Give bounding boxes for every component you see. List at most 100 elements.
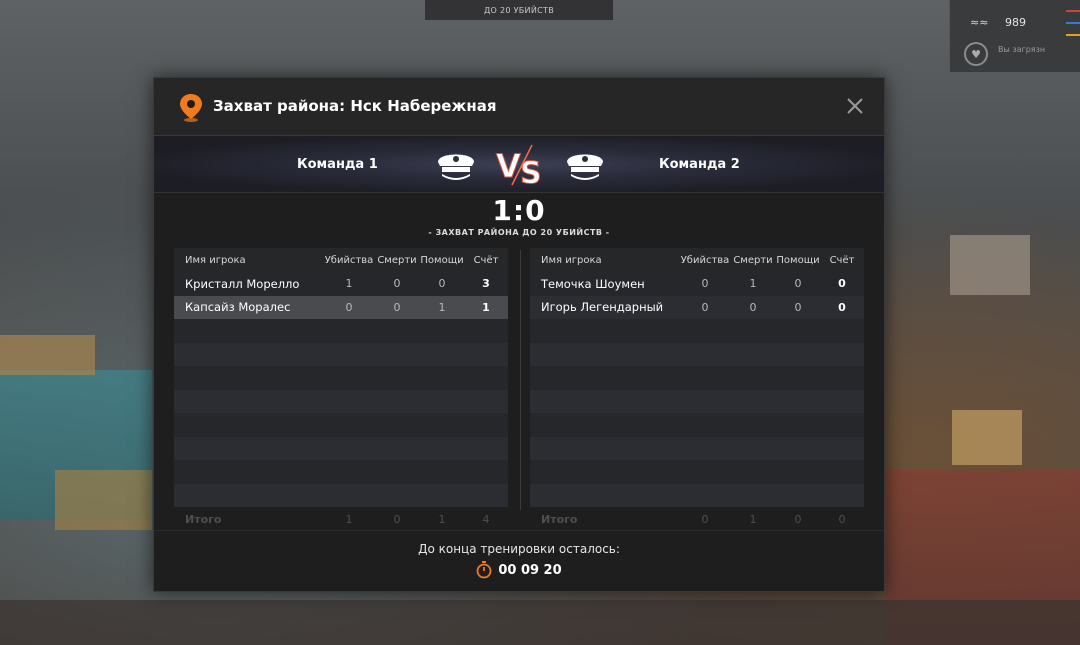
versus-icon: V S [496, 144, 542, 187]
hud-bars [1064, 0, 1080, 72]
empty-row [530, 413, 864, 437]
empty-row [530, 319, 864, 343]
table-row[interactable]: Капсайз Моралес 0 0 1 1 [174, 295, 508, 319]
player-deaths: 1 [749, 277, 757, 291]
teams-versus-band: Команда 1 V S Команда 2 [154, 137, 884, 193]
close-icon[interactable] [844, 95, 866, 117]
totals-label: Итого [541, 513, 578, 526]
team1-totals-row: Итого 1 0 1 4 [174, 513, 508, 526]
player-score: 0 [838, 277, 846, 291]
footer-divider [154, 530, 884, 531]
player-name: Темочка Шоумен [541, 276, 645, 291]
bg-scenery [0, 335, 95, 375]
empty-row [174, 483, 508, 507]
player-deaths: 0 [393, 277, 401, 291]
location-pin-icon [180, 94, 202, 122]
empty-row [530, 483, 864, 507]
column-player-name: Имя игрока [185, 254, 246, 266]
player-assists: 1 [438, 300, 446, 314]
player-name: Капсайз Моралес [185, 300, 291, 315]
totals-score: 4 [482, 513, 490, 526]
bg-scenery [952, 410, 1022, 465]
team1-name: Команда 1 [297, 157, 378, 172]
column-kills: Убийства [324, 254, 374, 266]
player-kills: 0 [701, 277, 709, 291]
team2-totals-row: Итого 0 1 0 0 [530, 513, 864, 526]
column-score: Счёт [829, 254, 855, 266]
table-row[interactable]: Темочка Шоумен 0 1 0 0 [530, 272, 864, 296]
column-score: Счёт [473, 254, 499, 266]
match-score: 1:0 [492, 194, 546, 227]
bg-scenery [950, 235, 1030, 295]
empty-row [530, 366, 864, 390]
player-name: Кристалл Морелло [185, 276, 300, 291]
totals-assists: 1 [438, 513, 446, 526]
column-kills: Убийства [680, 254, 730, 266]
column-deaths: Смерти [377, 254, 417, 266]
empty-row [174, 342, 508, 366]
player-kills: 0 [345, 300, 353, 314]
player-kills: 1 [345, 277, 353, 291]
totals-label: Итого [185, 513, 222, 526]
player-name: Игорь Легендарный [541, 300, 664, 315]
team1-rows: Кристалл Морелло 1 0 0 3 Капсайз Моралес… [174, 272, 508, 507]
hud-status: Вы загрязн [998, 45, 1046, 54]
empty-row [174, 319, 508, 343]
timer-label: До конца тренировки осталось: [418, 542, 620, 556]
table-header: Имя игрока Убийства Смерти Помощи Счёт [174, 248, 508, 272]
player-score: 3 [482, 277, 490, 291]
dialog-title: Захват района: Нск Набережная [213, 97, 497, 115]
totals-assists: 0 [794, 513, 802, 526]
police-cap-icon [438, 154, 474, 180]
totals-kills: 1 [345, 513, 353, 526]
player-score: 1 [482, 300, 490, 314]
police-cap-icon [567, 154, 603, 180]
bg-scenery [0, 600, 1080, 645]
team2-scoreboard: Имя игрока Убийства Смерти Помощи Счёт Т… [530, 248, 864, 507]
empty-row [174, 413, 508, 437]
player-kills: 0 [701, 300, 709, 314]
empty-row [530, 342, 864, 366]
dialog-header: Захват района: Нск Набережная [154, 78, 884, 136]
player-assists: 0 [438, 277, 446, 291]
empty-row [530, 389, 864, 413]
district-capture-dialog: Захват района: Нск Набережная Команда 1 … [153, 77, 885, 592]
team1-scoreboard: Имя игрока Убийства Смерти Помощи Счёт К… [174, 248, 508, 507]
countdown-timer: 00 09 20 [154, 561, 884, 579]
empty-row [530, 436, 864, 460]
stopwatch-icon [476, 561, 492, 579]
match-mode-subtitle: - ЗАХВАТ РАЙОНА ДО 20 УБИЙСТВ - [428, 228, 610, 237]
player-deaths: 0 [749, 300, 757, 314]
totals-deaths: 0 [393, 513, 401, 526]
table-row[interactable]: Кристалл Морелло 1 0 0 3 [174, 272, 508, 296]
mustache-icon: ≈≈ [970, 16, 989, 29]
column-player-name: Имя игрока [541, 254, 602, 266]
table-header: Имя игрока Убийства Смерти Помощи Счёт [530, 248, 864, 272]
player-deaths: 0 [393, 300, 401, 314]
timer-value: 00 09 20 [498, 562, 562, 578]
team2-rows: Темочка Шоумен 0 1 0 0 Игорь Легендарный… [530, 272, 864, 507]
table-row[interactable]: Игорь Легендарный 0 0 0 0 [530, 295, 864, 319]
totals-kills: 0 [701, 513, 709, 526]
table-divider [520, 250, 521, 510]
team2-name: Команда 2 [659, 157, 740, 172]
empty-row [174, 436, 508, 460]
totals-score: 0 [838, 513, 846, 526]
player-assists: 0 [794, 277, 802, 291]
column-assists: Помощи [776, 254, 820, 266]
empty-row [174, 389, 508, 413]
hud-coins: 989 [1005, 16, 1026, 29]
bg-scenery [55, 470, 152, 530]
totals-deaths: 1 [749, 513, 757, 526]
svg-text:S: S [520, 156, 542, 187]
column-deaths: Смерти [733, 254, 773, 266]
player-assists: 0 [794, 300, 802, 314]
empty-row [174, 460, 508, 484]
empty-row [530, 460, 864, 484]
heart-icon: ♥ [964, 42, 988, 66]
empty-row [174, 366, 508, 390]
hud-panel: ≈≈ 989 ♥ Вы загрязн [949, 0, 1080, 72]
column-assists: Помощи [420, 254, 464, 266]
svg-text:V: V [496, 147, 521, 185]
player-score: 0 [838, 300, 846, 314]
